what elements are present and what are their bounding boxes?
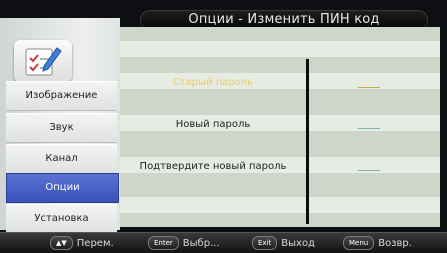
sidebar-item-label: Опции xyxy=(45,182,80,193)
hint-label: Выход xyxy=(281,238,315,249)
new-pin-label: Новый пароль xyxy=(175,119,251,130)
hint-exit: Exit Выход xyxy=(252,236,315,250)
sidebar-item-setup[interactable]: Установка xyxy=(6,204,117,234)
category-icon-box xyxy=(14,40,72,82)
hint-label: Возвр. xyxy=(378,238,412,249)
confirm-pin-label: Подтвердите новый пароль xyxy=(139,161,287,172)
hint-label: Выбр... xyxy=(182,238,220,249)
new-pin-field[interactable] xyxy=(358,128,380,129)
pin-change-panel: Старый пароль Новый пароль Подтвердите н… xyxy=(120,27,440,227)
exit-key-icon: Exit xyxy=(252,236,278,250)
sidebar-item-options[interactable]: Опции xyxy=(6,173,119,203)
panel-stripe xyxy=(120,41,440,57)
hint-label: Перем. xyxy=(76,238,114,249)
panel-stripe xyxy=(120,197,440,213)
hint-navigate: ▲▼ Перем. xyxy=(50,236,114,250)
sidebar: Изображение Звук Канал Опции Установка xyxy=(0,18,120,234)
hint-back: Menu Возвр. xyxy=(343,236,412,250)
help-bar: ▲▼ Перем. Enter Выбр... Exit Выход Menu Возв… xyxy=(0,232,447,253)
arrow-keys-icon: ▲▼ xyxy=(50,236,73,250)
sidebar-item-label: Установка xyxy=(34,213,89,224)
column-divider xyxy=(306,59,309,224)
sidebar-item-label: Звук xyxy=(49,122,74,133)
old-pin-field[interactable] xyxy=(358,87,380,88)
old-pin-label: Старый пароль xyxy=(172,77,254,88)
sidebar-item-channel[interactable]: Канал xyxy=(6,144,117,174)
osd-screen: Опции - Изменить ПИН код Изображение Зву… xyxy=(0,0,447,253)
sidebar-item-label: Канал xyxy=(45,153,78,164)
confirm-pin-field[interactable] xyxy=(358,170,380,171)
hint-select: Enter Выбр... xyxy=(148,236,220,250)
enter-key-icon: Enter xyxy=(148,236,179,250)
menu-key-icon: Menu xyxy=(343,236,375,250)
sidebar-item-label: Изображение xyxy=(25,90,98,101)
sidebar-item-sound[interactable]: Звук xyxy=(6,113,117,143)
checklist-pencil-icon xyxy=(25,47,62,76)
sidebar-item-image[interactable]: Изображение xyxy=(6,81,117,111)
